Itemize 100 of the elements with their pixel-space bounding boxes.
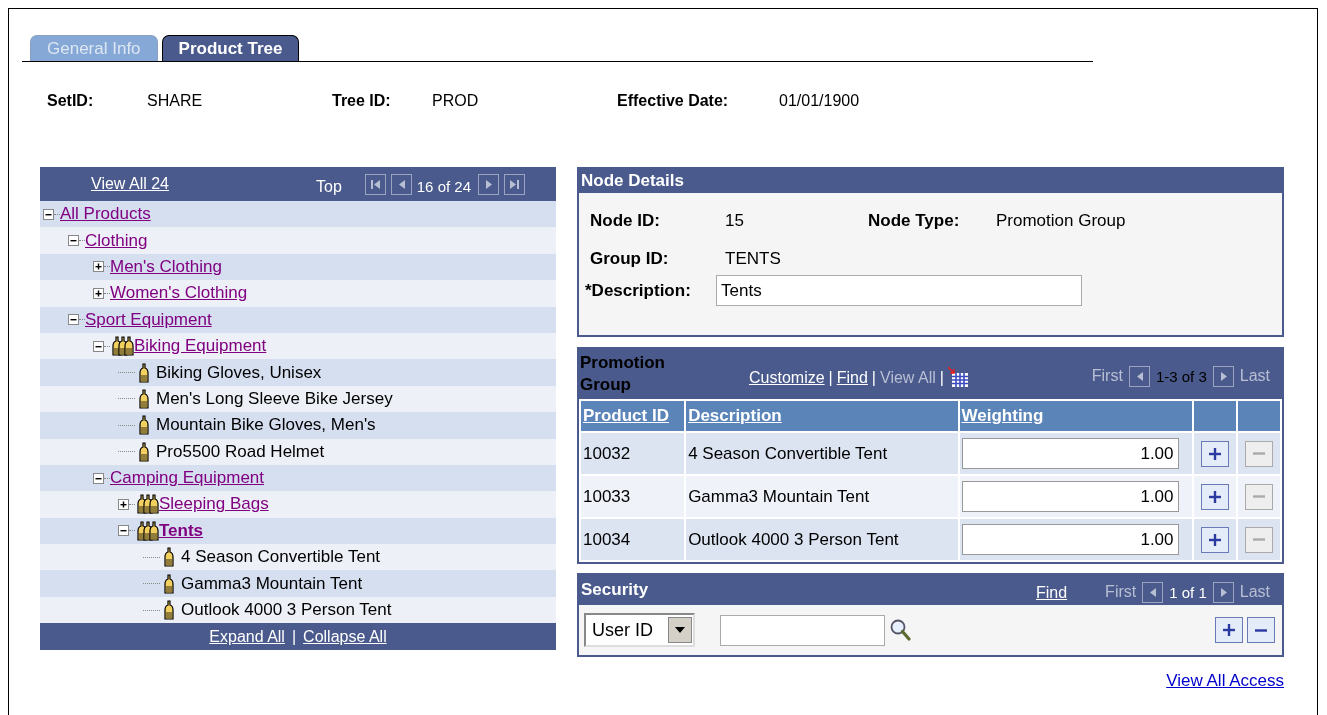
table-cell: 10032: [581, 433, 685, 474]
field-value: 01/01/1900: [779, 92, 860, 110]
minus-icon: [1252, 495, 1265, 499]
tree-item: Gamma3 Mountain Tent: [181, 573, 363, 594]
last-page-button[interactable]: [504, 173, 525, 195]
field-value: TENTS: [725, 249, 782, 269]
tab[interactable]: Product Tree: [161, 35, 300, 61]
figure-icon: [162, 573, 176, 594]
tree-link[interactable]: Tents: [159, 520, 204, 541]
tree-item: Outlook 4000 3 Person Tent: [181, 600, 392, 621]
last-label: Last: [1239, 367, 1270, 385]
type-dropdown[interactable]: User ID: [584, 613, 695, 647]
view-all-link[interactable]: View All 24: [91, 175, 169, 193]
first-page-button[interactable]: [364, 173, 386, 195]
field-label: Group ID:: [590, 249, 670, 269]
prev-page-button[interactable]: [1128, 365, 1150, 387]
figure-icon: [137, 388, 151, 409]
first-label: First: [1105, 583, 1137, 601]
field-label: Node Type:: [868, 211, 961, 231]
last-label: Last: [1239, 583, 1270, 601]
tree-link[interactable]: Sleeping Bags: [159, 494, 269, 515]
collapse-toggle-icon[interactable]: [118, 525, 129, 537]
description-field[interactable]: Tents: [716, 275, 1082, 306]
record-count: 1-3 of 3: [1155, 367, 1207, 385]
add-row-button[interactable]: [1200, 440, 1229, 467]
tree-item: Mountain Bike Gloves, Men's: [156, 415, 376, 436]
panel-title-bar: Node Details: [579, 169, 1282, 193]
tree-link[interactable]: Women's Clothing: [110, 283, 248, 304]
table-cell: 10034: [581, 519, 685, 560]
collapse-toggle-icon[interactable]: [93, 340, 104, 352]
panel-title: Security: [580, 580, 649, 600]
field-label: Effective Date:: [617, 92, 730, 110]
weighting-field[interactable]: 1.00: [961, 481, 1179, 512]
table-cell: Gamma3 Mountain Tent: [686, 476, 958, 517]
minus-icon: [1252, 538, 1265, 542]
expand-toggle-icon[interactable]: [118, 499, 129, 510]
view-all-access-link[interactable]: View All Access: [1166, 671, 1284, 691]
column-header: [1193, 401, 1236, 431]
field-value: 15: [725, 211, 745, 231]
weighting-field[interactable]: 1.00: [961, 524, 1179, 555]
expand-all-link[interactable]: Expand All: [209, 627, 285, 646]
prev-page-button[interactable]: [1142, 581, 1164, 603]
column-header: [1237, 401, 1280, 431]
add-row-button[interactable]: [1200, 483, 1229, 510]
tree-link[interactable]: Clothing: [85, 230, 148, 251]
separator: |: [291, 627, 297, 646]
prev-page-button[interactable]: [390, 173, 412, 195]
field-label: SetID:: [47, 92, 95, 110]
next-page-button[interactable]: [478, 173, 499, 195]
tree-link[interactable]: Sport Equipment: [85, 309, 212, 330]
header-link[interactable]: Find: [836, 369, 868, 387]
separator: |: [871, 369, 876, 387]
search-icon[interactable]: [889, 618, 911, 642]
download-grid-icon[interactable]: [947, 367, 970, 389]
separator: |: [828, 369, 833, 387]
next-page-button[interactable]: [1212, 365, 1234, 387]
collapse-toggle-icon[interactable]: [93, 472, 104, 484]
separator: |: [939, 369, 944, 387]
weighting-field[interactable]: 1.00: [961, 438, 1179, 469]
figures-icon: [110, 336, 134, 357]
field-label: Node ID:: [590, 211, 661, 231]
minus-icon: [1252, 452, 1265, 456]
tree-item: Men's Long Sleeve Bike Jersey: [156, 388, 393, 409]
collapse-toggle-icon[interactable]: [68, 314, 79, 326]
tree-item: Biking Gloves, Unisex: [156, 362, 322, 383]
collapse-toggle-icon[interactable]: [68, 235, 79, 247]
panel-title: Promotion Group: [579, 352, 666, 396]
field-label: *Description:: [585, 280, 692, 301]
field-label: Tree ID:: [332, 92, 392, 110]
tree-link[interactable]: All Products: [60, 204, 151, 225]
top-label: Top: [316, 177, 342, 196]
tree-link[interactable]: Biking Equipment: [134, 336, 267, 357]
plus-icon: [1208, 447, 1221, 460]
expand-toggle-icon[interactable]: [93, 287, 104, 299]
tree-item: Pro5500 Road Helmet: [156, 441, 325, 462]
next-page-button[interactable]: [1212, 581, 1234, 603]
record-count: 16 of 24: [416, 176, 471, 195]
first-label: First: [1091, 367, 1123, 385]
header-link[interactable]: Customize: [749, 369, 825, 387]
delete-row-button[interactable]: [1247, 617, 1275, 643]
disabled-link: View All: [880, 369, 936, 387]
field-value: SHARE: [147, 92, 204, 110]
figures-icon: [135, 494, 159, 515]
tree-link[interactable]: Men's Clothing: [110, 256, 222, 277]
collapse-toggle-icon[interactable]: [43, 208, 54, 220]
plus-icon: [1208, 490, 1221, 503]
figures-icon: [135, 520, 159, 541]
find-link[interactable]: Find: [1036, 584, 1068, 602]
table-cell: 10033: [581, 476, 685, 517]
user-id-field[interactable]: [720, 614, 885, 646]
expand-toggle-icon[interactable]: [93, 261, 104, 273]
collapse-all-link[interactable]: Collapse All: [303, 627, 387, 646]
add-row-button[interactable]: [1215, 617, 1243, 643]
add-row-button[interactable]: [1200, 526, 1229, 553]
figure-icon: [137, 362, 151, 383]
figure-icon: [137, 415, 151, 436]
dropdown-arrow-icon: [674, 626, 686, 634]
field-value: Promotion Group: [996, 211, 1127, 231]
record-count: 1 of 1: [1169, 583, 1207, 601]
table-cell: Outlook 4000 3 Person Tent: [686, 519, 958, 560]
